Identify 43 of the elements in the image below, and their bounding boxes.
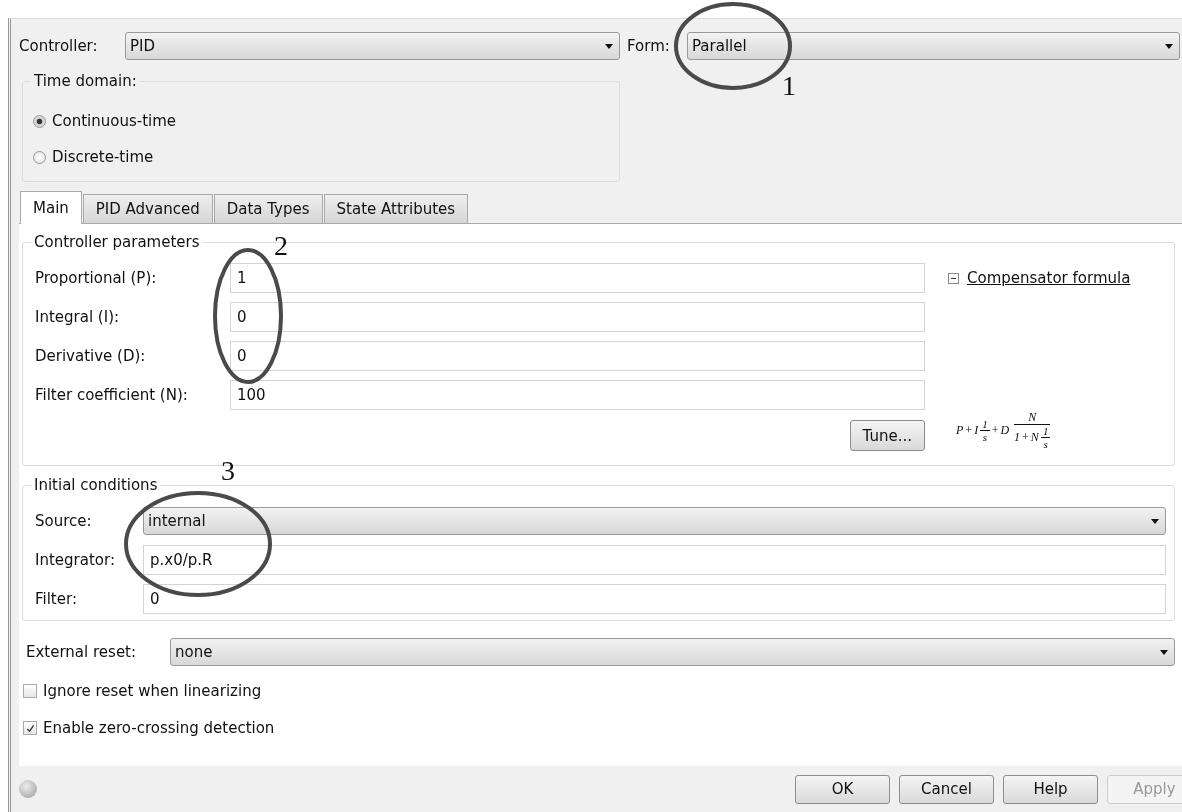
checkbox-option[interactable]: Enable zero-crossing detection xyxy=(23,718,1175,738)
caret-icon xyxy=(1151,518,1159,524)
input-field[interactable]: 1 xyxy=(230,263,925,293)
external-reset-dropdown[interactable]: none xyxy=(170,638,1175,666)
input-field[interactable]: 100 xyxy=(230,380,925,410)
form-dropdown[interactable]: Parallel xyxy=(687,32,1180,60)
compensator-formula-link[interactable]: Compensator formula xyxy=(967,269,1131,287)
annotation-number: 1 xyxy=(782,72,796,100)
tab[interactable]: Data Types xyxy=(213,194,323,223)
checkmark-icon xyxy=(25,723,35,733)
field-label: Integral (I): xyxy=(35,308,121,326)
controller-label: Controller: xyxy=(19,37,99,55)
tab[interactable]: PID Advanced xyxy=(82,194,213,223)
group-title: Controller parameters xyxy=(31,233,203,251)
field-label: Source: xyxy=(35,512,93,530)
field-label: Proportional (P): xyxy=(35,269,158,287)
field-label: Filter coefficient (N): xyxy=(35,386,189,404)
field-label: Filter: xyxy=(35,590,78,608)
radio-option[interactable]: Discrete-time xyxy=(33,147,619,167)
controller-dropdown[interactable]: PID xyxy=(125,32,620,60)
external-reset-label: External reset: xyxy=(26,643,138,661)
dialog-button[interactable]: OK xyxy=(795,774,890,804)
caret-icon xyxy=(605,43,613,49)
tab[interactable]: Main xyxy=(20,191,82,224)
dialog-button[interactable]: Help xyxy=(1003,774,1098,804)
input-field[interactable]: 0 xyxy=(230,302,925,332)
input-field[interactable]: 0 xyxy=(143,584,1166,614)
caret-icon xyxy=(1160,649,1168,655)
field-label: Derivative (D): xyxy=(35,347,147,365)
tab[interactable]: State Attributes xyxy=(323,194,469,223)
input-field[interactable]: p.x0/p.R xyxy=(143,545,1166,575)
tune-button[interactable]: Tune... xyxy=(849,420,925,451)
input-field[interactable]: 0 xyxy=(230,341,925,371)
field-label: Integrator: xyxy=(35,551,116,569)
radio-option[interactable]: Continuous-time xyxy=(33,111,619,131)
caret-icon xyxy=(1165,43,1173,49)
checkbox-option[interactable]: Ignore reset when linearizing xyxy=(23,681,1175,701)
source-dropdown[interactable]: internal xyxy=(143,507,1166,535)
annotation-number: 2 xyxy=(274,232,288,260)
form-label: Form: xyxy=(627,37,671,55)
dialog-button[interactable]: Cancel xyxy=(899,774,994,804)
collapse-icon[interactable] xyxy=(948,272,959,284)
annotation-number: 3 xyxy=(221,457,235,485)
